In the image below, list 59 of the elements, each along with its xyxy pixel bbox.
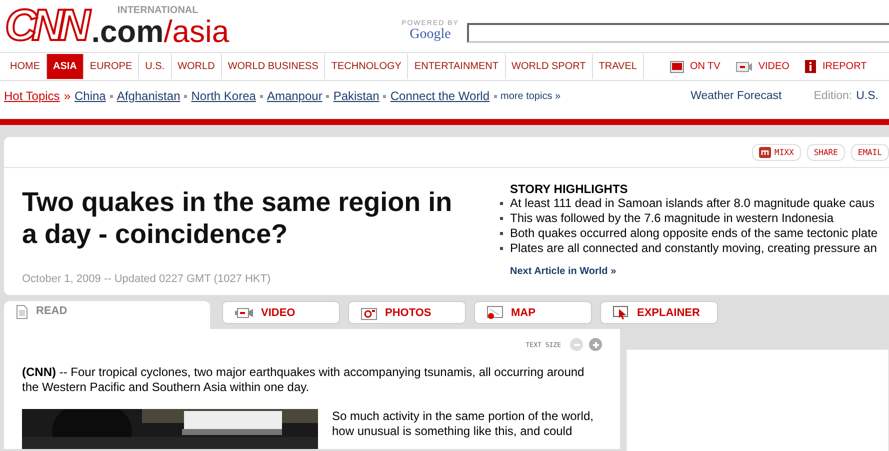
text-larger-button[interactable] xyxy=(589,338,602,351)
body-paragraph: So much activity in the same portion of the world, how unusual is something like this, and could xyxy=(332,409,594,440)
nav-link[interactable]: IREPORT xyxy=(822,61,867,72)
mixx-button[interactable]: MIXX xyxy=(752,144,801,161)
nav-tab[interactable]: EUROPE xyxy=(84,54,140,79)
camera-icon xyxy=(361,306,377,320)
nav-tab[interactable]: ENTERTAINMENT xyxy=(408,54,506,79)
logo-domain[interactable]: .com xyxy=(91,14,164,49)
plus-icon xyxy=(592,340,600,348)
video-camera-icon xyxy=(235,306,253,318)
share-button[interactable]: EMAIL xyxy=(850,144,889,161)
nav-tab[interactable]: WORLD xyxy=(172,54,222,79)
highlight-item: This was followed by the 7.6 magnitude in western Indonesia xyxy=(510,211,834,226)
dateline: October 1, 2009 -- Updated 0227 GMT (1027 HKT) xyxy=(22,273,272,285)
search-provider-logo: Google xyxy=(410,27,451,43)
content-tab[interactable]: EXPLAINER xyxy=(600,301,718,324)
share-button[interactable]: SHARE xyxy=(806,144,845,161)
hot-topics-arrow: » xyxy=(64,89,70,103)
content-tab[interactable]: READ xyxy=(4,301,210,329)
nav-tab[interactable]: TECHNOLOGY xyxy=(325,54,408,79)
highlights-title: STORY HIGHLIGHTS xyxy=(510,182,629,196)
topic-link[interactable]: Pakistan xyxy=(333,89,380,103)
topic-link[interactable]: Afghanistan xyxy=(116,89,180,103)
mixx-icon xyxy=(758,147,771,158)
document-icon xyxy=(16,305,28,319)
nav-tab[interactable]: WORLD BUSINESS xyxy=(222,54,326,79)
content-tab[interactable]: VIDEO xyxy=(222,301,340,324)
pointer-icon xyxy=(613,306,629,320)
highlight-item: Both quakes occurred along opposite ends of the same tectonic plate xyxy=(510,226,878,241)
headline: Two quakes in the same region in a day - coincidence? xyxy=(22,186,454,250)
nav-tab[interactable]: ASIA xyxy=(47,54,84,79)
search-field[interactable] xyxy=(467,23,889,43)
topic-link[interactable]: Connect the World xyxy=(390,89,490,103)
logo-section[interactable]: /asia xyxy=(164,14,230,49)
nav-tab[interactable]: WORLD SPORT xyxy=(506,54,593,79)
next-article-link[interactable]: Next Article in World » xyxy=(510,266,878,277)
edition-link[interactable]: U.S. xyxy=(856,90,878,102)
weather-link[interactable]: Weather Forecast xyxy=(690,90,782,102)
edition-label: Edition: xyxy=(814,90,852,102)
highlight-item: At least 111 dead in Samoan islands after 8.0 magnitude quake caus xyxy=(510,196,874,211)
map-icon xyxy=(487,306,503,320)
nav-tab[interactable]: U.S. xyxy=(139,54,172,79)
content-tab[interactable]: PHOTOS xyxy=(348,301,466,324)
more-topics-link[interactable]: more topics » xyxy=(500,90,561,102)
highlight-item: Plates are all connected and constantly moving, creating pressure an xyxy=(510,241,877,256)
logo-tagline: INTERNATIONAL xyxy=(117,6,200,16)
text-smaller-button[interactable] xyxy=(570,338,583,351)
content-tab[interactable]: MAP xyxy=(474,301,592,324)
nav-link[interactable]: VIDEO xyxy=(758,61,790,72)
video-camera-icon xyxy=(736,62,752,72)
hot-topics-link[interactable]: Hot Topics xyxy=(4,89,60,103)
topic-link[interactable]: North Korea xyxy=(191,89,256,103)
topic-link[interactable]: China xyxy=(74,89,106,103)
tv-icon xyxy=(670,60,684,72)
lead-paragraph: (CNN) -- Four tropical cyclones, two major earthquakes with accompanying tsunamis, all occurring around the Western Pacific and Southern Asia within one day. xyxy=(22,365,586,395)
nav-tab[interactable]: TRAVEL xyxy=(592,54,644,79)
topic-link[interactable]: Amanpour xyxy=(266,89,322,103)
ireport-icon xyxy=(805,60,816,73)
nav-link[interactable]: ON TV xyxy=(690,61,720,72)
